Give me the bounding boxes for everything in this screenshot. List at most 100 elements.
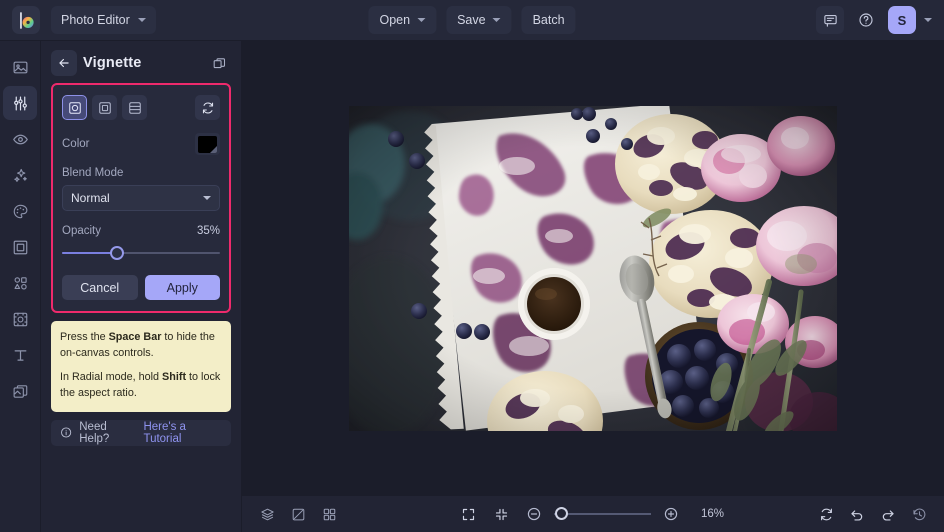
zoom-slider-thumb[interactable] [554, 507, 568, 520]
mode-linear-button[interactable] [122, 95, 147, 120]
blend-mode-select[interactable]: Normal [62, 185, 220, 211]
vignette-controls-card: Color Blend Mode Normal Opacity 35% Canc… [51, 83, 231, 313]
opacity-value: 35% [196, 225, 220, 237]
sliders-icon [13, 96, 27, 110]
vignette-mode-row [62, 95, 220, 120]
minus-circle-icon [527, 507, 541, 521]
linear-vignette-icon [128, 101, 141, 114]
opacity-label: Opacity [62, 225, 101, 237]
photo-editor-app: Photo Editor Open Save Batch S Vignette … [0, 0, 944, 532]
palette-icon [13, 204, 27, 218]
sidebar-item-layers[interactable] [3, 374, 37, 408]
sidebar-item-adjust[interactable] [3, 86, 37, 120]
color-swatch-button[interactable] [195, 133, 220, 155]
sidebar-item-text[interactable] [3, 338, 37, 372]
color-row: Color [62, 133, 220, 155]
undo-icon [851, 510, 863, 521]
top-toolbar: Photo Editor Open Save Batch S [0, 0, 944, 41]
sidebar-item-retouch[interactable] [3, 122, 37, 156]
redo-icon [882, 510, 894, 521]
need-help-bar[interactable]: Need Help? Here's a Tutorial [51, 419, 231, 446]
color-label: Color [62, 138, 90, 150]
feedback-button[interactable] [816, 6, 844, 34]
refresh-button[interactable] [813, 501, 839, 527]
reset-button[interactable] [195, 95, 220, 120]
redo-button[interactable] [875, 501, 901, 527]
color-swatch [198, 135, 217, 153]
mode-radial-button[interactable] [62, 95, 87, 120]
app-switcher[interactable]: Photo Editor [51, 6, 156, 34]
cancel-button[interactable]: Cancel [62, 275, 138, 300]
actual-size-button[interactable] [488, 501, 514, 527]
zoom-out-button[interactable] [521, 501, 547, 527]
radial-vignette-icon [68, 101, 81, 114]
grid-button[interactable] [316, 501, 342, 527]
top-right-actions: S [816, 6, 932, 34]
duplicate-button[interactable] [207, 51, 231, 75]
arrow-left-icon [59, 58, 69, 68]
chevron-down-icon [137, 18, 146, 22]
page-title: Vignette [83, 55, 142, 71]
undo-button[interactable] [844, 501, 870, 527]
sidebar-item-image[interactable] [3, 50, 37, 84]
tip-line2-pre: In Radial mode, hold [60, 371, 163, 384]
tutorial-link[interactable]: Here's a Tutorial [143, 421, 222, 445]
apply-button[interactable]: Apply [144, 275, 220, 300]
batch-button[interactable]: Batch [521, 6, 576, 34]
image-icon [13, 61, 27, 73]
save-button[interactable]: Save [446, 6, 512, 34]
top-center-actions: Open Save Batch [368, 6, 576, 34]
stack-icon [260, 508, 274, 520]
zoom-controls: 16% [455, 501, 731, 527]
canvas-area[interactable]: 16% [242, 41, 944, 532]
avatar[interactable]: S [888, 6, 916, 34]
panel-actions: Cancel Apply [62, 275, 220, 300]
sidebar-item-overlays[interactable] [3, 302, 37, 336]
open-button-label: Open [379, 13, 411, 27]
sidebar-item-color[interactable] [3, 194, 37, 228]
opacity-slider-fill [62, 252, 118, 254]
history-icon [912, 508, 925, 520]
tip-line1-pre: Press the [60, 331, 109, 343]
layers-button[interactable] [254, 501, 280, 527]
sidebar-item-frames[interactable] [3, 230, 37, 264]
batch-button-label: Batch [532, 13, 565, 27]
opacity-slider-thumb[interactable] [110, 246, 125, 260]
rectangular-vignette-icon [98, 101, 111, 114]
overlay-icon [13, 312, 27, 326]
tool-panel: Vignette Color Blend Mode Normal Opacity… [41, 41, 242, 532]
frame-icon [13, 240, 27, 254]
compare-button[interactable] [285, 501, 311, 527]
bottom-right-tools [813, 501, 932, 527]
save-button-label: Save [457, 13, 486, 27]
chevron-down-icon [417, 18, 426, 22]
reset-icon [202, 102, 213, 113]
help-button[interactable] [852, 6, 880, 34]
history-button[interactable] [906, 501, 932, 527]
tip-line2-bold: Shift [162, 371, 187, 384]
tip-box: Press the Space Bar to hide the on-canva… [51, 321, 231, 412]
zoom-in-button[interactable] [658, 501, 684, 527]
text-icon [14, 349, 26, 361]
compare-icon [292, 508, 304, 520]
avatar-initial: S [897, 12, 907, 28]
edited-photo[interactable] [349, 105, 837, 431]
back-button[interactable] [51, 50, 77, 76]
tool-rail [0, 41, 41, 532]
sidebar-item-effects[interactable] [3, 158, 37, 192]
mode-rectangular-button[interactable] [92, 95, 117, 120]
account-chevron-down-icon[interactable] [924, 18, 932, 22]
collapse-icon [495, 508, 507, 520]
zoom-slider[interactable] [554, 507, 651, 521]
tip-line1-bold: Space Bar [108, 331, 162, 343]
fit-screen-button[interactable] [455, 501, 481, 527]
app-logo-button[interactable] [12, 6, 40, 34]
open-button[interactable]: Open [368, 6, 437, 34]
grid-icon [323, 508, 335, 520]
sparkles-icon [13, 168, 27, 182]
refresh-icon [820, 508, 832, 520]
app-body: Vignette Color Blend Mode Normal Opacity… [0, 41, 944, 532]
opacity-slider[interactable] [62, 246, 220, 260]
sidebar-item-shapes[interactable] [3, 266, 37, 300]
panel-header: Vignette [51, 41, 231, 79]
